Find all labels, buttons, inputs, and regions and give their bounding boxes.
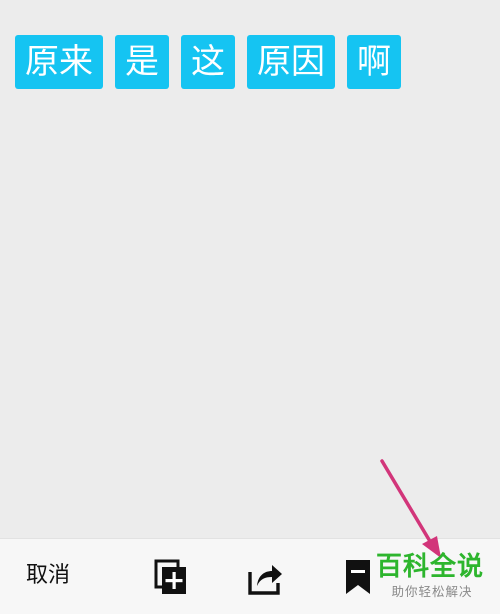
- content-canvas: 原来 是 这 原因 啊: [0, 0, 500, 538]
- share-icon[interactable]: [246, 558, 284, 596]
- word-chip-row: 原来 是 这 原因 啊: [15, 35, 401, 89]
- watermark-logo: 百科全说 助你轻松解决: [376, 551, 488, 601]
- cancel-button[interactable]: 取消: [26, 561, 70, 591]
- bookmark-icon[interactable]: [340, 558, 378, 596]
- word-chip[interactable]: 这: [181, 35, 235, 89]
- word-chip[interactable]: 啊: [347, 35, 401, 89]
- copy-plus-icon[interactable]: [152, 558, 190, 596]
- word-chip[interactable]: 原因: [247, 35, 335, 89]
- word-chip[interactable]: 原来: [15, 35, 103, 89]
- word-chip[interactable]: 是: [115, 35, 169, 89]
- watermark-subtitle: 助你轻松解决: [391, 584, 473, 599]
- watermark-title: 百科全说: [376, 552, 485, 582]
